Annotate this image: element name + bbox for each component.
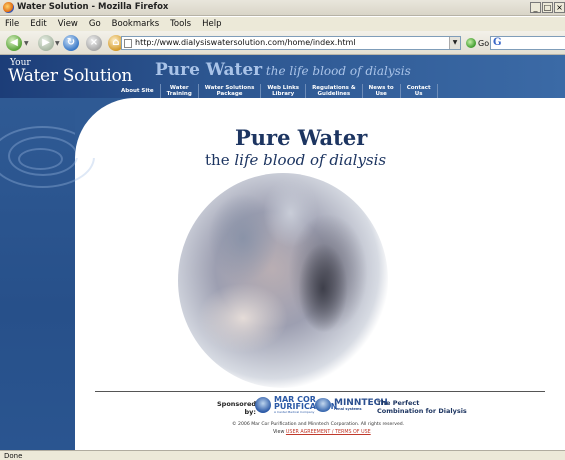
search-input[interactable]: G: [490, 36, 565, 50]
tagline-life-blood: the life blood of dialysis: [262, 64, 411, 78]
menu-bar: File Edit View Go Bookmarks Tools Help: [0, 17, 565, 31]
menu-tools[interactable]: Tools: [170, 17, 191, 31]
go-icon: [466, 38, 476, 48]
menu-help[interactable]: Help: [202, 17, 221, 31]
sponsored-line2: by:: [244, 408, 257, 416]
forward-button[interactable]: ▶: [38, 35, 54, 51]
go-button[interactable]: Go: [466, 36, 489, 50]
nav-water-solutions-package[interactable]: Water Solutions Package: [199, 84, 262, 98]
stop-button[interactable]: ×: [86, 35, 102, 51]
view-prefix: View: [273, 430, 286, 435]
hero-sub-italic: life blood of dialysis: [234, 151, 387, 169]
address-bar[interactable]: http://www.dialysiswatersolution.com/hom…: [121, 36, 461, 50]
window-title: Water Solution - Mozilla Firefox: [17, 2, 169, 12]
site-nav: About Site Water Training Water Solution…: [115, 84, 438, 98]
menu-go[interactable]: Go: [89, 17, 101, 31]
nav-about-site[interactable]: About Site: [115, 84, 161, 98]
title-bar: Water Solution - Mozilla Firefox _ □ ×: [0, 0, 565, 16]
site-sidebar: [0, 98, 95, 450]
address-dropdown-icon[interactable]: ▼: [449, 37, 460, 49]
sponsored-by: Sponsored by:: [217, 400, 256, 416]
forward-arrow-icon: ▶: [42, 37, 50, 48]
hero-title: Pure Water: [235, 125, 368, 150]
forward-dropdown-icon[interactable]: ▼: [55, 40, 60, 47]
stop-icon: ×: [89, 37, 99, 48]
copyright-text: © 2006 Mar Cor Purification and Minntech…: [232, 422, 405, 427]
page-icon: [124, 39, 132, 48]
minimize-button[interactable]: _: [530, 2, 541, 13]
terms-line: View USER AGREEMENT / TERMS OF USE: [273, 430, 371, 435]
nav-label: Water Solutions Package: [204, 85, 255, 97]
nav-label: Regulations & Guidelines: [312, 85, 356, 97]
menu-file[interactable]: File: [5, 17, 19, 31]
web-page: Your Water Solution Pure Water the life …: [0, 55, 565, 450]
terms-of-use-link[interactable]: USER AGREEMENT / TERMS OF USE: [286, 430, 371, 435]
browser-window: Water Solution - Mozilla Firefox _ □ × F…: [0, 0, 565, 460]
menu-view[interactable]: View: [58, 17, 78, 31]
nav-web-links-library[interactable]: Web Links Library: [261, 84, 307, 98]
header-tagline: Pure Water the life blood of dialysis: [155, 60, 411, 80]
site-logo[interactable]: Water Solution: [8, 66, 132, 86]
nav-label: Contact Us: [406, 85, 431, 97]
nav-news-to-use[interactable]: News to Use: [363, 84, 401, 98]
firefox-icon: [3, 2, 14, 13]
marcor-logo-icon: [255, 397, 271, 413]
status-bar: Done: [0, 450, 565, 460]
hero-subtitle: the life blood of dialysis: [205, 151, 386, 169]
nav-contact-us[interactable]: Contact Us: [401, 84, 438, 98]
menu-edit[interactable]: Edit: [30, 17, 46, 31]
menu-bookmarks[interactable]: Bookmarks: [112, 17, 160, 31]
google-search-icon: G: [493, 37, 502, 48]
back-dropdown-icon[interactable]: ▼: [24, 40, 29, 47]
close-button[interactable]: ×: [554, 2, 565, 13]
url-text[interactable]: http://www.dialysiswatersolution.com/hom…: [135, 38, 356, 47]
perfect-combination: The Perfect Combination for Dialysis: [377, 399, 467, 415]
maximize-button[interactable]: □: [542, 2, 553, 13]
photo-shade: [298, 243, 348, 333]
nav-label: News to Use: [368, 85, 394, 97]
window-controls: _ □ ×: [530, 2, 565, 13]
hero-sub-prefix: the: [205, 151, 235, 169]
nav-label: Web Links Library: [267, 85, 300, 97]
perfect-line2: Combination for Dialysis: [377, 407, 467, 415]
tagline-pure-water: Pure Water: [155, 60, 263, 80]
nav-water-training[interactable]: Water Training: [161, 84, 199, 98]
minntech-logo-icon: [315, 398, 331, 412]
reload-icon: ↻: [66, 37, 76, 48]
back-button[interactable]: ◀: [6, 35, 22, 51]
back-arrow-icon: ◀: [10, 37, 18, 48]
navigation-toolbar: ◀ ▼ ▶ ▼ ↻ × ⌂ http://www.dialysiswaterso…: [0, 31, 565, 55]
nav-label: About Site: [121, 88, 154, 94]
footer-divider: [95, 391, 545, 392]
perfect-line1: The Perfect: [377, 399, 420, 407]
sponsored-line1: Sponsored: [217, 400, 257, 408]
go-label: Go: [478, 38, 490, 48]
status-text: Done: [4, 452, 23, 460]
reload-button[interactable]: ↻: [63, 35, 79, 51]
water-ripple: [18, 148, 63, 170]
photo-shade: [198, 283, 288, 353]
nav-regulations-guidelines[interactable]: Regulations & Guidelines: [306, 84, 363, 98]
nav-label: Water Training: [166, 85, 192, 97]
hero-photo: [178, 173, 388, 388]
